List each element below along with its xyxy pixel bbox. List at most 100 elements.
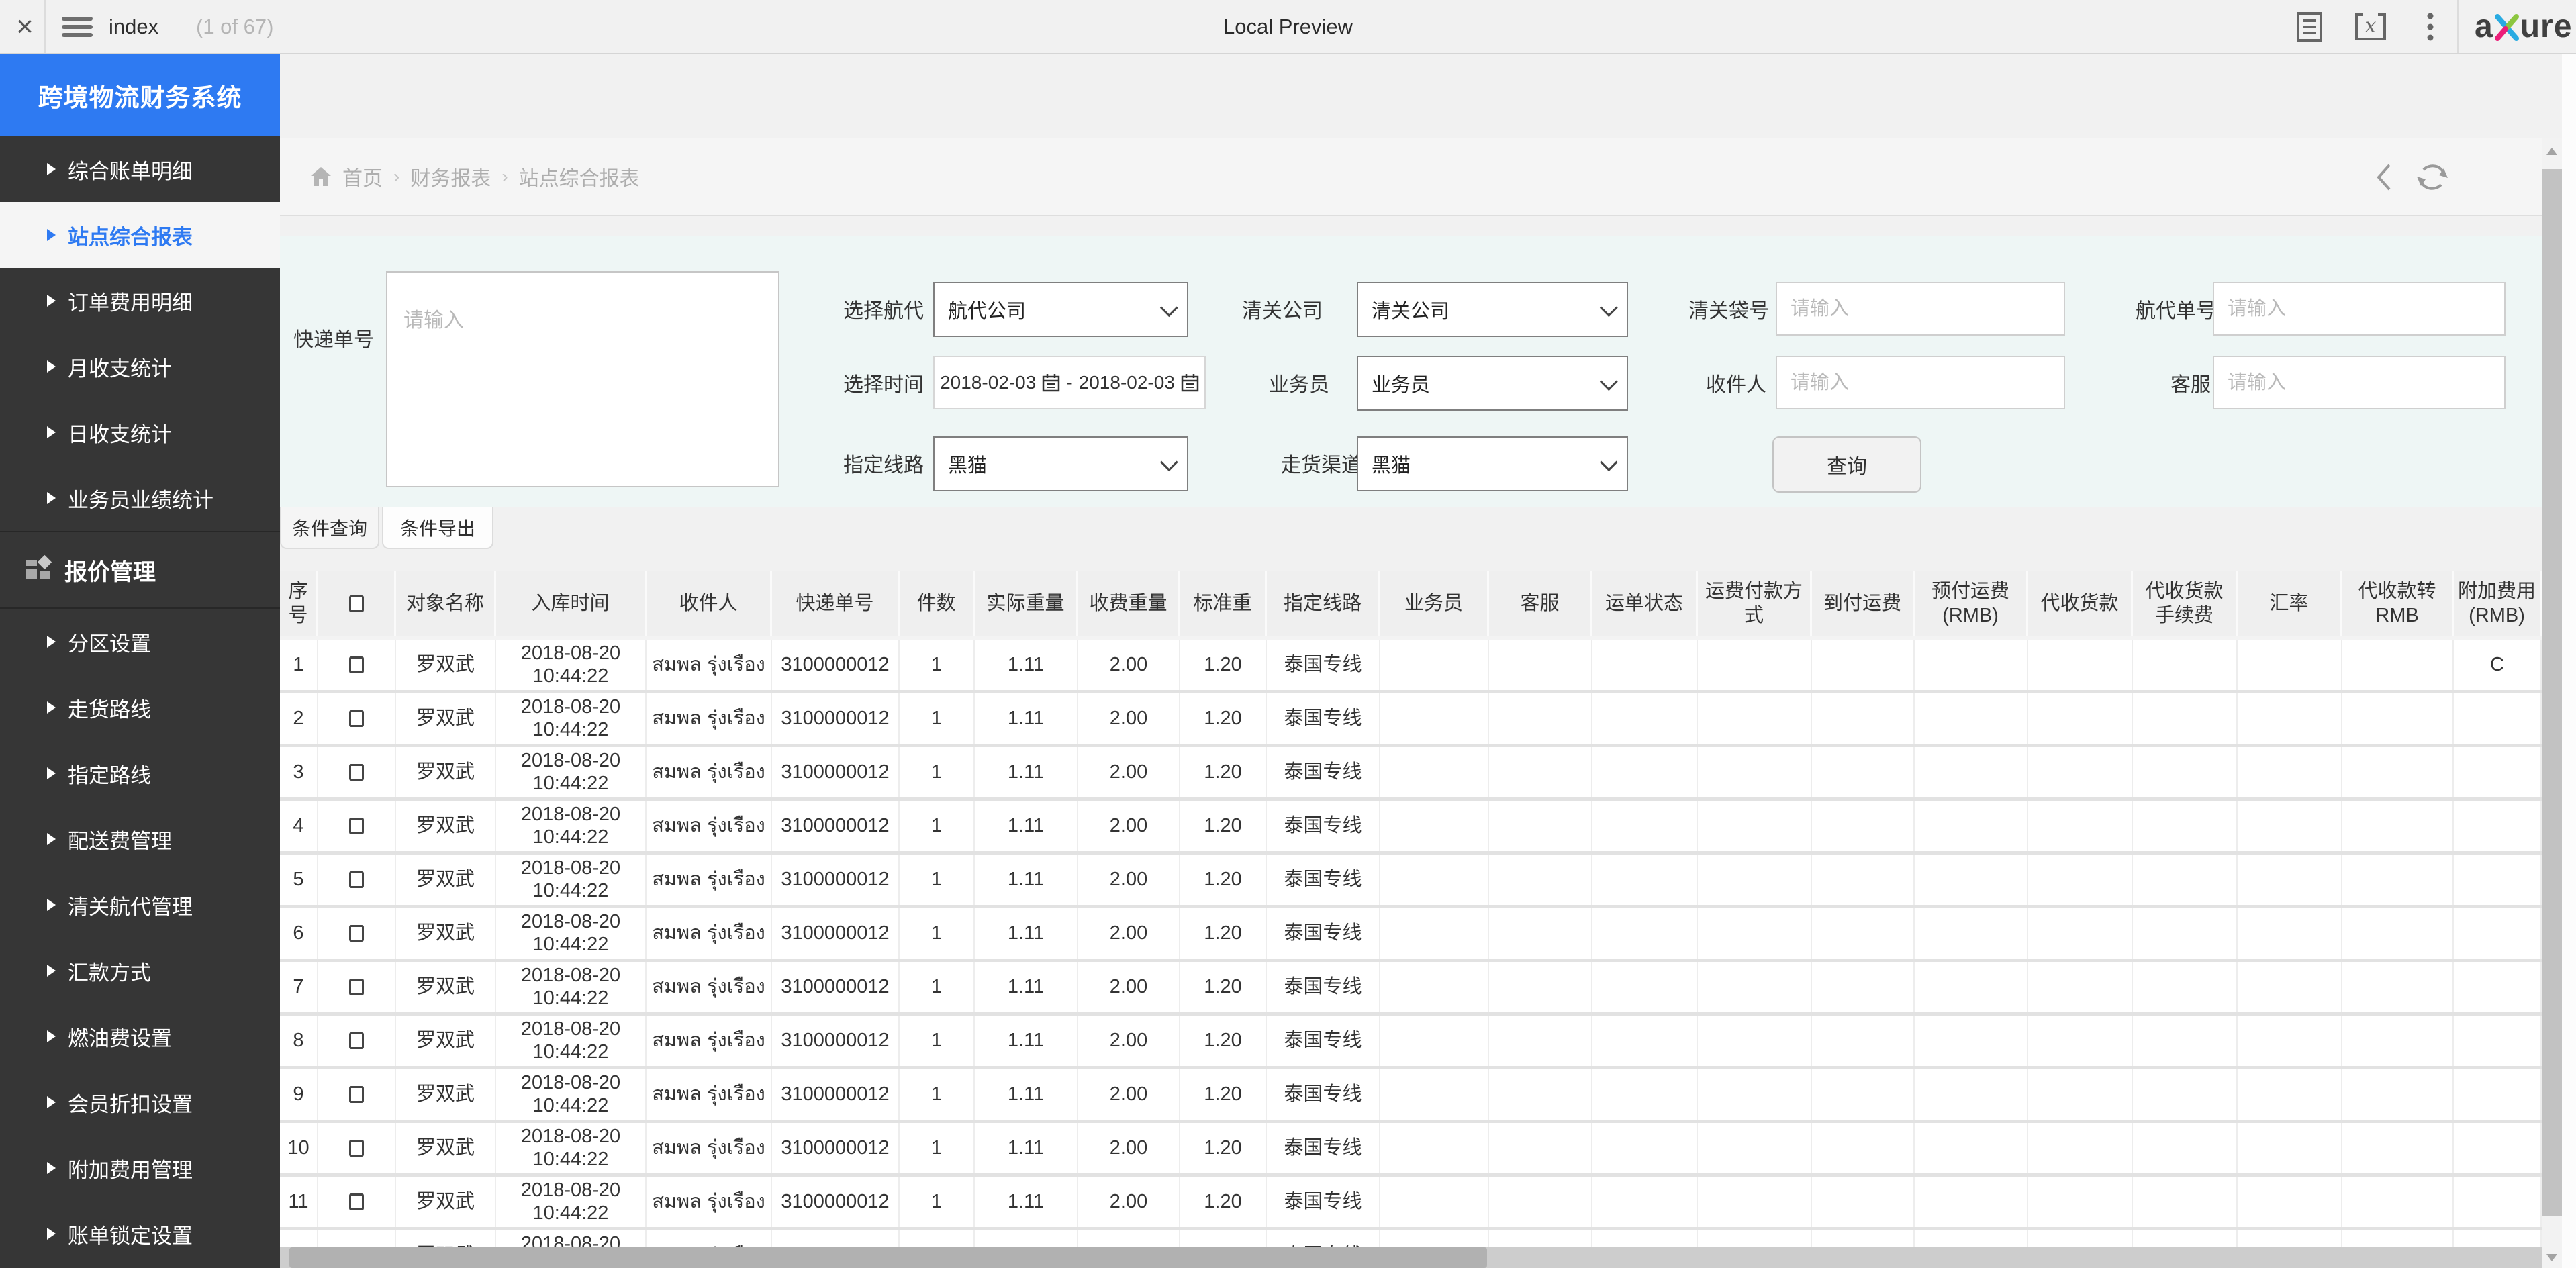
close-icon[interactable]: × <box>7 0 43 53</box>
table-cell <box>2454 693 2542 744</box>
table-row[interactable]: 1 罗双武 2018-08-20 10:44:22 สมพล รุ่งเรือง 310… <box>280 640 2542 693</box>
kebab-menu-icon[interactable] <box>2417 0 2444 53</box>
row-checkbox[interactable] <box>349 1032 364 1049</box>
table-row[interactable]: 4 罗双武 2018-08-20 10:44:22 สมพล รุ่งเรือง 310… <box>280 801 2542 855</box>
sidebar-item-4[interactable]: 月收支统计 <box>0 334 280 399</box>
row-checkbox[interactable] <box>349 871 364 888</box>
svg-text:x: x <box>2365 14 2377 38</box>
service-input[interactable] <box>2213 356 2506 409</box>
table-cell <box>2028 1177 2133 1227</box>
row-checkbox[interactable] <box>349 656 364 673</box>
refresh-icon[interactable] <box>2415 160 2450 197</box>
sidebar-item-15[interactable]: 会员折扣设置 <box>0 1069 280 1135</box>
caret-right-icon <box>47 492 56 504</box>
row-checkbox[interactable] <box>349 764 364 781</box>
tab-condition-query[interactable]: 条件查询 <box>280 507 379 549</box>
airline-no-input[interactable] <box>2213 282 2506 336</box>
table-cell: 罗双武 <box>396 1016 496 1066</box>
date-range-picker[interactable]: 2018-02-03 - 2018-02-03 <box>933 356 1206 409</box>
back-icon[interactable] <box>2373 162 2395 196</box>
table-row[interactable]: 11 罗双武 2018-08-20 10:44:22 สมพล รุ่งเรือง 31… <box>280 1177 2542 1230</box>
select-all-checkbox[interactable] <box>348 595 364 612</box>
table-cell: 1.11 <box>975 693 1078 744</box>
row-checkbox[interactable] <box>349 925 364 942</box>
sidebar-item-9[interactable]: 走货路线 <box>0 675 280 740</box>
table-cell <box>2028 640 2133 690</box>
airline-no-label: 航代单号 <box>2136 300 2216 322</box>
salesman-select[interactable]: 业务员 <box>1357 356 1628 411</box>
sidebar-item-10[interactable]: 指定路线 <box>0 740 280 806</box>
sidebar-item-6[interactable]: 业务员业绩统计 <box>0 465 280 531</box>
row-checkbox[interactable] <box>349 1086 364 1103</box>
caret-right-icon <box>47 229 56 241</box>
receiver-input[interactable] <box>1776 356 2065 409</box>
sidebar-item-13[interactable]: 汇款方式 <box>0 938 280 1004</box>
sidebar-item-14[interactable]: 燃油费设置 <box>0 1004 280 1069</box>
table-row[interactable]: 6 罗双武 2018-08-20 10:44:22 สมพล รุ่งเรือง 310… <box>280 908 2542 962</box>
table-cell <box>2028 908 2133 959</box>
row-checkbox[interactable] <box>349 1140 364 1157</box>
table-row[interactable]: 3 罗双武 2018-08-20 10:44:22 สมพล รุ่งเรือง 310… <box>280 747 2542 801</box>
report-table: 序号 对象名称 入库时间 收件人 快递单号 件数 实际重量 收费重量 标准重 指定线路 业务员 客服运… <box>280 571 2542 1247</box>
tab-condition-export[interactable]: 条件导出 <box>382 507 493 549</box>
express-no-textarea[interactable] <box>386 271 779 487</box>
table-row[interactable]: 5 罗双武 2018-08-20 10:44:22 สมพล รุ่งเรือง 310… <box>280 855 2542 908</box>
table-cell <box>2238 1230 2342 1247</box>
customs-company-select[interactable]: 清关公司 <box>1357 282 1628 337</box>
breadcrumb-item[interactable]: 首页 <box>342 162 383 191</box>
sidebar-item-11[interactable]: 配送费管理 <box>0 806 280 872</box>
variables-icon[interactable]: x <box>2348 0 2393 53</box>
breadcrumb-item[interactable]: 站点综合报表 <box>519 162 640 191</box>
sidebar-item-5[interactable]: 日收支统计 <box>0 399 280 465</box>
scrollbar-corner[interactable] <box>2542 1247 2562 1268</box>
axure-logo-ure: ure <box>2520 9 2573 44</box>
table-row[interactable]: 7 罗双武 2018-08-20 10:44:22 สมพล รุ่งเรือง 310… <box>280 962 2542 1016</box>
table-row[interactable]: 2 罗双武 2018-08-20 10:44:22 สมพล รุ่งเรือง 310… <box>280 693 2542 747</box>
sidebar-item-12[interactable]: 清关航代管理 <box>0 872 280 938</box>
table-cell: 1 <box>900 1016 975 1066</box>
table-cell: 1.11 <box>975 747 1078 797</box>
scroll-down-arrow-icon[interactable] <box>2546 1254 2557 1261</box>
table-cell <box>318 908 396 959</box>
scroll-up-arrow-icon[interactable] <box>2546 148 2557 155</box>
page-title: index <box>109 15 159 38</box>
menu-icon[interactable] <box>62 17 93 37</box>
table-cell <box>1812 908 1915 959</box>
horizontal-scrollbar-thumb[interactable] <box>289 1247 1487 1268</box>
table-cell: 3100000012 <box>772 640 900 690</box>
table-cell <box>1698 1123 1812 1173</box>
customs-bag-input[interactable] <box>1776 282 2065 336</box>
route-select[interactable]: 黑猫 <box>933 436 1188 491</box>
table-row[interactable]: 10 罗双武 2018-08-20 10:44:22 สมพล รุ่งเรือง 31… <box>280 1123 2542 1177</box>
table-row[interactable]: 8 罗双武 2018-08-20 10:44:22 สมพล รุ่งเรือง 310… <box>280 1016 2542 1069</box>
sidebar-item-7[interactable]: 报价管理 <box>0 531 280 609</box>
row-checkbox[interactable] <box>349 1193 364 1210</box>
express-no-label: 快递单号 <box>293 329 374 351</box>
table-cell: 1.20 <box>1180 1123 1267 1173</box>
table-cell <box>2133 1123 2238 1173</box>
breadcrumb-item[interactable]: 财务报表 <box>410 162 491 191</box>
vertical-scrollbar-thumb[interactable] <box>2542 169 2562 1216</box>
table-row[interactable]: 9 罗双武 2018-08-20 10:44:22 สมพล รุ่งเรือง 310… <box>280 1069 2542 1123</box>
sidebar-item-16[interactable]: 附加费用管理 <box>0 1135 280 1201</box>
row-checkbox[interactable] <box>349 979 364 995</box>
sidebar-item-1[interactable]: 综合账单明细 <box>0 136 280 202</box>
airline-select[interactable]: 航代公司 <box>933 282 1188 337</box>
end-date[interactable]: 2018-02-03 <box>1079 372 1175 393</box>
sidebar-item-8[interactable]: 分区设置 <box>0 609 280 675</box>
vertical-scrollbar[interactable] <box>2542 138 2562 1247</box>
search-button[interactable]: 查询 <box>1772 436 1921 493</box>
horizontal-scrollbar[interactable] <box>280 1247 2542 1268</box>
row-checkbox[interactable] <box>349 710 364 727</box>
sidebar-item-17[interactable]: 账单锁定设置 <box>0 1201 280 1267</box>
salesman-label: 业务员 <box>1269 374 1329 396</box>
sidebar-item-2[interactable]: 站点综合报表 <box>0 202 280 268</box>
row-checkbox[interactable] <box>349 818 364 834</box>
notes-icon[interactable] <box>2289 0 2330 53</box>
sidebar-item-3[interactable]: 订单费用明细 <box>0 268 280 334</box>
channel-select[interactable]: 黑猫 <box>1357 436 1628 491</box>
start-date[interactable]: 2018-02-03 <box>940 372 1036 393</box>
table-cell: 1.11 <box>975 1123 1078 1173</box>
table-row[interactable]: 12 罗双武2018-08-20 10:44:22สมพล รุ่งเรือง31… <box>280 1230 2542 1247</box>
table-cell: 1.11 <box>975 1016 1078 1066</box>
